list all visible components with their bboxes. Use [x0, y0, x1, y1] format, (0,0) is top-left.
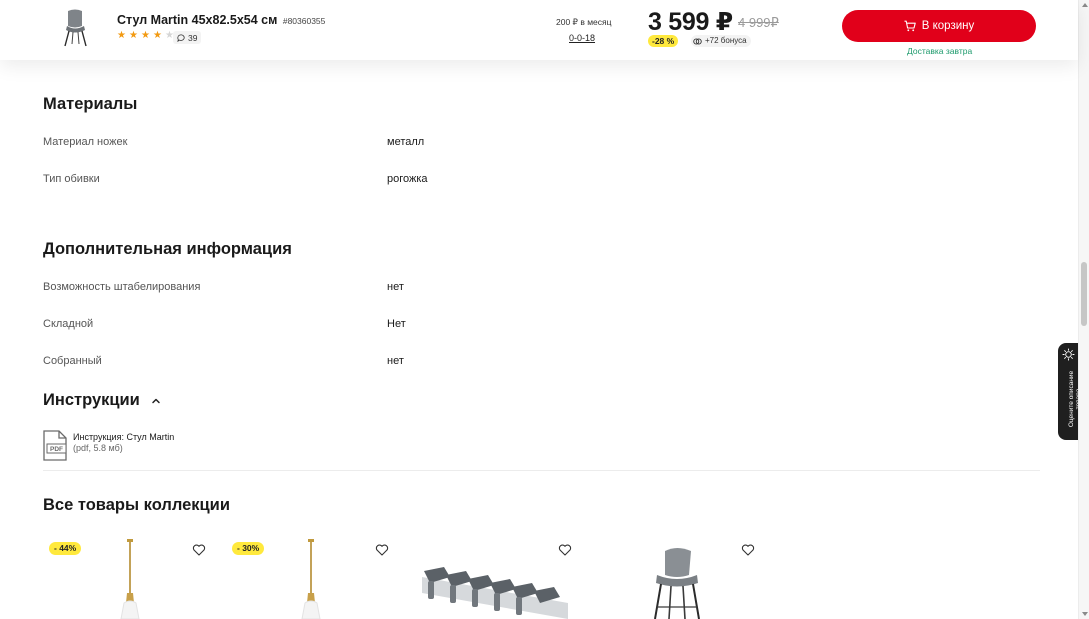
- product-image: [654, 548, 700, 619]
- old-price: 4 999₽: [738, 15, 779, 30]
- chevron-up-icon[interactable]: [150, 395, 162, 407]
- attr-label: Собранный: [43, 355, 102, 367]
- discount-badge: -28 %: [648, 35, 679, 47]
- scroll-down-arrow-icon[interactable]: [1082, 612, 1088, 616]
- discount-badge: - 30%: [232, 542, 265, 555]
- star-icon: ★: [117, 30, 126, 41]
- product-title-text: Стул Martin 45x82.5x54 см: [117, 13, 278, 27]
- attr-label: Материал ножек: [43, 136, 128, 148]
- sticky-product-header: Стул Martin 45x82.5x54 см #80360355 ★ ★ …: [0, 0, 1078, 60]
- discount-badge: - 44%: [49, 542, 82, 555]
- section-divider: [43, 470, 1040, 471]
- add-to-cart-button[interactable]: В корзину: [842, 10, 1036, 42]
- scroll-up-arrow-icon[interactable]: [1082, 3, 1088, 7]
- add-to-cart-label: В корзину: [921, 20, 975, 32]
- attr-label: Возможность штабелирования: [43, 281, 201, 293]
- attr-value: нет: [387, 355, 404, 367]
- reviews-count-badge[interactable]: 39: [173, 31, 202, 44]
- instruction-doc-link[interactable]: Инструкция: Стул Martin: [73, 432, 174, 442]
- materials-title: Материалы: [43, 95, 138, 113]
- bonus-text: +72 бонуса: [705, 36, 747, 45]
- attr-value: рогожка: [387, 173, 428, 185]
- lightbulb-icon: [1062, 348, 1075, 361]
- heart-icon[interactable]: [558, 543, 572, 557]
- cart-icon: [904, 20, 916, 32]
- collection-title: Все товары коллекции: [43, 496, 230, 514]
- attr-value: металл: [387, 136, 425, 148]
- instruction-doc-meta: (pdf, 5.8 мб): [73, 443, 123, 453]
- product-sku: #80360355: [282, 16, 326, 26]
- product-card[interactable]: [593, 537, 763, 619]
- attr-value: Нет: [387, 318, 406, 330]
- product-page: Стул Martin 45x82.5x54 см #80360355 ★ ★ …: [0, 0, 1089, 619]
- heart-icon[interactable]: [192, 543, 206, 557]
- bonus-coins-icon: [693, 38, 702, 44]
- product-image: [422, 567, 568, 619]
- bonus-badge[interactable]: +72 бонуса: [691, 35, 751, 47]
- rate-description-tab[interactable]: Оцените описание товара: [1058, 343, 1082, 440]
- page-scrollbar[interactable]: [1078, 0, 1089, 619]
- pdf-file-icon[interactable]: PDF: [43, 430, 67, 461]
- delivery-info: Доставка завтра: [907, 46, 973, 56]
- installment-plan-link[interactable]: 0-0-18: [569, 33, 595, 43]
- current-price: 3 599 ₽: [648, 8, 733, 36]
- reviews-count: 39: [188, 32, 198, 43]
- comment-icon: [177, 34, 185, 42]
- product-thumbnail[interactable]: [58, 8, 92, 48]
- star-icon: ★: [141, 30, 150, 41]
- product-card[interactable]: - 30%: [227, 537, 397, 619]
- heart-icon[interactable]: [741, 543, 755, 557]
- scrollbar-thumb[interactable]: [1081, 262, 1087, 326]
- product-title: Стул Martin 45x82.5x54 см #80360355: [117, 13, 325, 27]
- attr-label: Складной: [43, 318, 94, 330]
- star-icon: ★: [129, 30, 138, 41]
- attr-value: нет: [387, 281, 404, 293]
- product-card[interactable]: [410, 537, 580, 619]
- rating-stars[interactable]: ★ ★ ★ ★ ★: [116, 30, 175, 41]
- attr-label: Тип обивки: [43, 173, 100, 185]
- monthly-payment: 200 ₽ в месяц: [556, 17, 612, 27]
- star-icon: ★: [153, 30, 162, 41]
- pdf-icon-label: PDF: [50, 446, 63, 453]
- instructions-title[interactable]: Инструкции: [43, 391, 140, 410]
- product-card[interactable]: - 44%: [44, 537, 214, 619]
- heart-icon[interactable]: [375, 543, 389, 557]
- additional-info-title: Дополнительная информация: [43, 240, 292, 258]
